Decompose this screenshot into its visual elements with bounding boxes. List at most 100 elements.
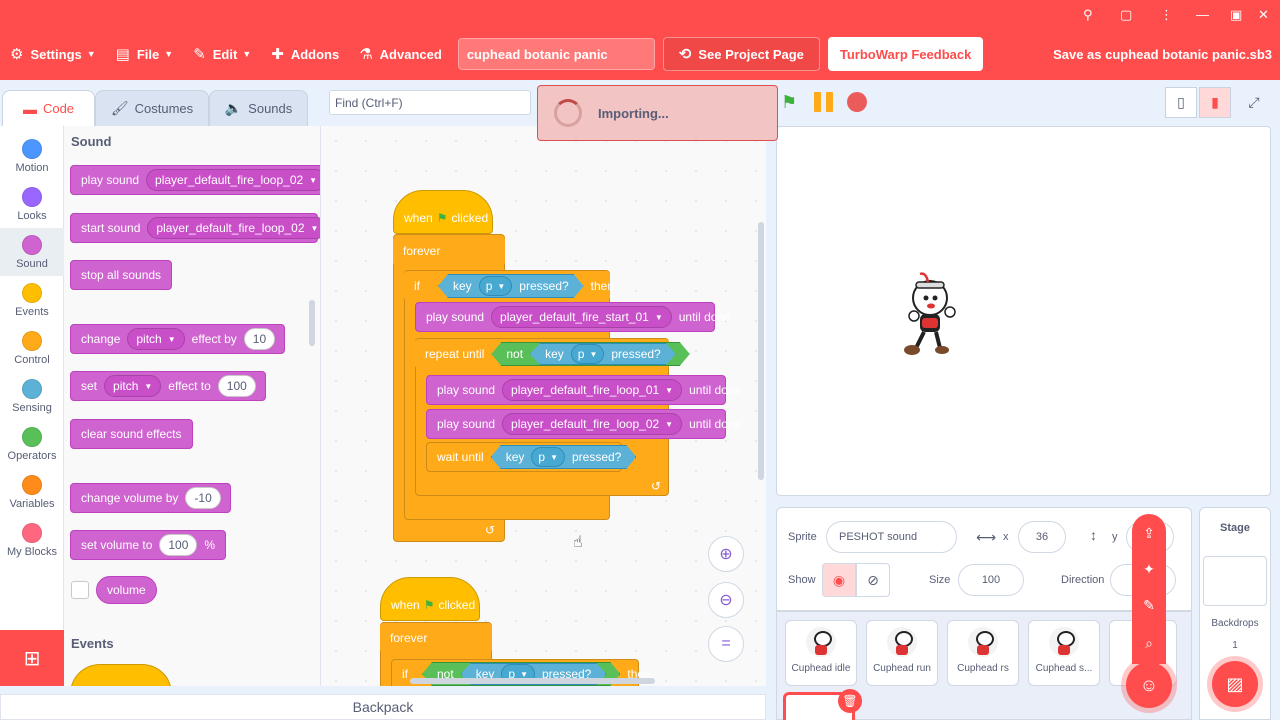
play-sound-until-done-block[interactable]: play sound player_default_fire_loop_01 ▼ un… [426, 375, 741, 405]
category-sensing[interactable]: Sensing [0, 372, 64, 420]
zoom-icon[interactable]: ⚲ [1083, 7, 1093, 23]
category-operators[interactable]: Operators [0, 420, 64, 468]
start-sound-block[interactable]: start sound player_default_fire_loop_02 ▼ [70, 213, 320, 243]
volume-reporter[interactable]: volume [96, 576, 157, 604]
caret-down-icon: ▼ [497, 281, 506, 291]
x-input[interactable]: 36 [1018, 521, 1066, 553]
key-dropdown[interactable]: p ▼ [571, 344, 605, 364]
tab-sounds[interactable]: 🔈 Sounds [209, 90, 308, 126]
clear-sound-effects-block[interactable]: clear sound effects [70, 419, 193, 449]
backpack[interactable]: Backpack [0, 694, 766, 720]
sprite-thumb-cuphead-idle[interactable]: Cuphead idle [785, 620, 857, 686]
search-icon[interactable]: ⌕ [1132, 628, 1166, 658]
show-visible-button[interactable]: ◉ [822, 563, 856, 597]
play-sound-block[interactable]: play sound player_default_fire_loop_02 ▼ [70, 165, 320, 195]
code-vertical-scrollbar[interactable] [758, 222, 764, 480]
sprite-thumb-cuphead-run[interactable]: Cuphead run [866, 620, 938, 686]
file-menu[interactable]: ▤ File ▼ [106, 34, 184, 74]
sprite-name-input[interactable]: PESHOT sound [826, 521, 957, 553]
small-stage-button[interactable]: ▯ [1165, 87, 1197, 118]
zoom-in-button[interactable]: ⊕ [708, 536, 744, 572]
volume-checkbox[interactable] [71, 581, 89, 599]
zoom-reset-button[interactable]: = [708, 626, 744, 662]
sound-dropdown[interactable]: player_default_fire_loop_02 ▼ [147, 217, 320, 239]
change-effect-block[interactable]: change pitch ▼ effect by 10 [70, 324, 286, 354]
fullscreen-icon: ⤢ [1248, 94, 1260, 110]
play-sound-until-done-block[interactable]: play sound player_default_fire_loop_02 ▼ un… [426, 409, 741, 439]
effect-value-input[interactable]: 10 [243, 328, 276, 350]
find-input[interactable]: Find (Ctrl+F) [329, 90, 531, 115]
stage-canvas[interactable] [776, 126, 1271, 496]
when-flag-clicked-block[interactable]: when ⚑ clicked [393, 190, 493, 234]
key-pressed-reporter[interactable]: key p ▼ pressed? [491, 445, 637, 469]
set-effect-block[interactable]: set pitch ▼ effect to 100 [70, 371, 266, 401]
pause-button[interactable] [814, 92, 836, 112]
stage-thumbnail[interactable] [1203, 556, 1267, 606]
stop-button[interactable] [847, 92, 867, 112]
change-volume-block[interactable]: change volume by -10 [70, 483, 231, 513]
large-stage-button[interactable]: ▮ [1199, 87, 1231, 118]
category-my-blocks[interactable]: My Blocks [0, 516, 64, 564]
minimize-icon[interactable]: — [1196, 7, 1209, 22]
advanced-menu[interactable]: ⚗ Advanced [349, 34, 452, 74]
maximize-icon[interactable]: ▣ [1230, 7, 1242, 23]
category-events[interactable]: Events [0, 276, 64, 324]
category-sound[interactable]: Sound [0, 228, 64, 276]
sound-dropdown[interactable]: player_default_fire_start_01 ▼ [491, 306, 672, 328]
key-pressed-reporter[interactable]: key p ▼ pressed? [530, 343, 676, 365]
cuphead-sprite[interactable] [898, 268, 958, 358]
paint-icon[interactable]: ✎ [1132, 590, 1166, 620]
volume-value-input[interactable]: 100 [159, 534, 198, 556]
sound-dropdown[interactable]: player_default_fire_loop_01 ▼ [502, 379, 683, 401]
palette-scrollbar[interactable] [309, 300, 315, 346]
show-hidden-button[interactable]: ⊘ [856, 563, 890, 597]
more-icon[interactable]: ⋮ [1160, 7, 1173, 23]
effect-value-input[interactable]: 100 [217, 375, 256, 397]
category-looks[interactable]: Looks [0, 180, 64, 228]
tab-costumes[interactable]: 🖌 Costumes [95, 90, 209, 126]
upload-sprite-icon[interactable]: ⇪ [1132, 518, 1166, 548]
project-title-input[interactable]: cuphead botanic panic [457, 38, 655, 70]
wait-until-block[interactable]: wait until key p ▼ pressed? [426, 442, 622, 472]
green-flag-icon[interactable]: ⚑ [781, 92, 797, 113]
sprite-thumb-cuphead-rs[interactable]: Cuphead rs [947, 620, 1019, 686]
effect-dropdown[interactable]: pitch ▼ [104, 375, 162, 397]
events-hat-block[interactable] [70, 664, 172, 686]
page-icon[interactable]: ▢ [1120, 7, 1132, 23]
key-pressed-reporter[interactable]: key p ▼ pressed? [438, 274, 584, 298]
category-motion[interactable]: Motion [0, 132, 64, 180]
when-flag-clicked-block[interactable]: when ⚑ clicked [380, 577, 480, 621]
sound-dropdown[interactable]: player_default_fire_loop_02 ▼ [146, 169, 320, 191]
code-horizontal-scrollbar[interactable] [410, 678, 655, 684]
surprise-icon[interactable]: ✦ [1132, 554, 1166, 584]
sprite-thumb-cuphead-s[interactable]: Cuphead s... [1028, 620, 1100, 686]
add-extension-button[interactable]: ⊞ [0, 630, 64, 686]
addons-menu[interactable]: ✚ Addons [261, 34, 349, 74]
see-project-page-button[interactable]: ⟲ See Project Page [662, 37, 820, 71]
add-backdrop-button[interactable]: ▨ [1212, 661, 1258, 707]
category-control[interactable]: Control [0, 324, 64, 372]
close-icon[interactable]: ✕ [1258, 7, 1269, 23]
category-variables[interactable]: Variables [0, 468, 64, 516]
delete-sprite-button[interactable]: 🗑 [838, 689, 862, 713]
feedback-button[interactable]: TurboWarp Feedback [827, 37, 984, 71]
edit-menu[interactable]: ✎ Edit ▼ [183, 34, 261, 74]
key-dropdown[interactable]: p ▼ [479, 276, 513, 296]
key-dropdown[interactable]: p ▼ [531, 447, 565, 467]
not-operator[interactable]: not key p ▼ pressed? [491, 342, 689, 366]
effect-dropdown[interactable]: pitch ▼ [127, 328, 185, 350]
add-sprite-button[interactable]: ☺ [1126, 662, 1172, 708]
fullscreen-button[interactable]: ⤢ [1238, 87, 1270, 118]
caret-down-icon: ▼ [310, 223, 319, 233]
play-sound-until-done-block[interactable]: play sound player_default_fire_start_01 ▼ u… [415, 302, 731, 332]
save-as-button[interactable]: Save as cuphead botanic panic.sb3 [1043, 34, 1280, 74]
size-input[interactable]: 100 [958, 564, 1024, 596]
sound-dropdown[interactable]: player_default_fire_loop_02 ▼ [502, 413, 683, 435]
volume-value-input[interactable]: -10 [185, 487, 221, 509]
stop-all-sounds-block[interactable]: stop all sounds [70, 260, 173, 290]
zoom-out-button[interactable]: ⊖ [708, 582, 744, 618]
tab-code[interactable]: ▬ Code [2, 90, 95, 126]
settings-menu[interactable]: ⚙ Settings ▼ [0, 34, 106, 74]
code-area[interactable]: when ⚑ clicked forever if key p ▼ pressed? th… [321, 126, 766, 686]
set-volume-block[interactable]: set volume to 100% [70, 530, 227, 560]
